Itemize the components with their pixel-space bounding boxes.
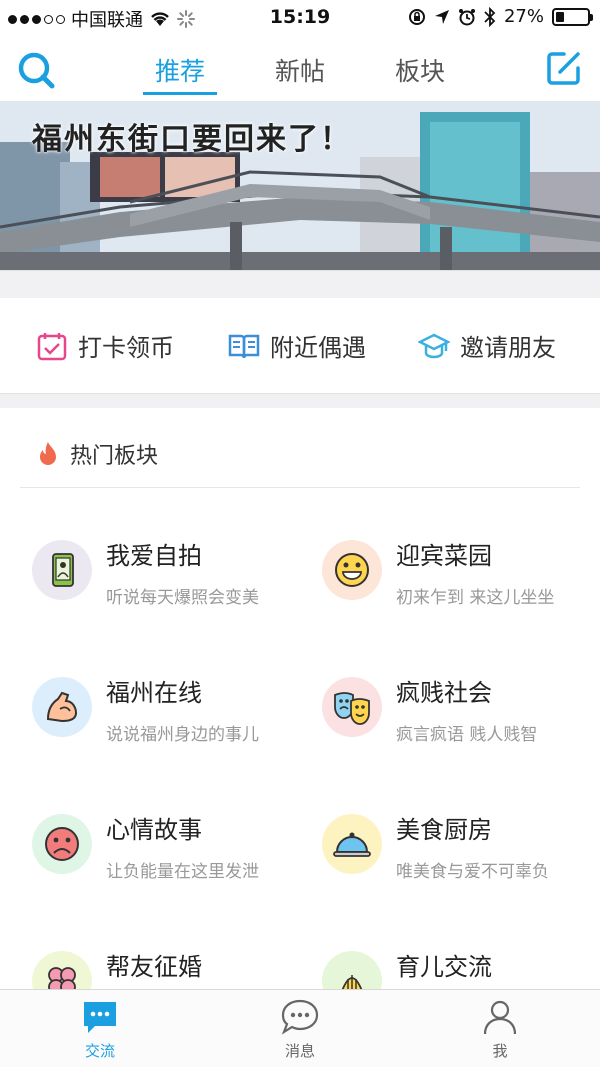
tab-bar-item-community[interactable]: 交流	[60, 998, 140, 1061]
alarm-icon	[458, 8, 475, 25]
board-item-food-kitchen[interactable]: 美食厨房 唯美食与爱不可辜负	[322, 762, 600, 882]
board-name: 迎宾菜园	[396, 542, 492, 570]
rotation-lock-icon	[408, 8, 425, 25]
section-divider	[0, 270, 600, 298]
board-item-welcome[interactable]: 迎宾菜园 初来乍到 来这儿坐坐	[322, 488, 600, 608]
book-icon	[228, 334, 260, 358]
invite-button[interactable]: 邀请朋友	[418, 328, 556, 363]
board-desc: 初来乍到 来这儿坐坐	[396, 588, 555, 608]
tab-bar-item-messages[interactable]: 消息	[260, 998, 340, 1061]
board-item-fuzhou-online[interactable]: 福州在线 说说福州身边的事儿	[32, 625, 322, 745]
checkin-button[interactable]: 打卡领币	[36, 328, 174, 363]
smiley-icon	[335, 553, 369, 587]
bottom-tab-bar: 交流 消息 我	[0, 989, 600, 1067]
flame-icon	[40, 441, 56, 465]
board-item-mood-stories[interactable]: 心情故事 让负能量在这里发泄	[32, 762, 322, 882]
banner-title: 福州东街口要回来了！	[32, 122, 352, 157]
chat-bubble-icon	[84, 1002, 116, 1033]
section-divider	[0, 394, 600, 408]
board-name: 育儿交流	[396, 953, 492, 981]
board-icon-bg	[32, 540, 92, 600]
battery-icon	[552, 7, 593, 26]
invite-label: 邀请朋友	[460, 334, 556, 362]
graduation-cap-icon	[418, 333, 450, 358]
board-item-crazy-society[interactable]: 疯贱社会 疯言疯语 贱人贱智	[322, 625, 600, 745]
board-icon-bg	[322, 814, 382, 874]
nearby-label: 附近偶遇	[270, 334, 366, 362]
board-name: 福州在线	[106, 679, 202, 707]
board-name: 我爱自拍	[106, 542, 202, 570]
arm-muscle-icon	[46, 691, 78, 723]
board-name: 美食厨房	[396, 816, 492, 844]
board-icon-bg	[32, 814, 92, 874]
message-icon	[281, 999, 319, 1035]
top-nav: 推荐 新帖 板块	[0, 36, 600, 102]
banner[interactable]: 福州东街口要回来了！	[0, 102, 600, 270]
user-icon	[483, 1000, 517, 1035]
board-name: 疯贱社会	[396, 679, 492, 707]
tab-new-posts[interactable]: 新帖	[265, 36, 335, 102]
tab-bar-item-me[interactable]: 我	[460, 998, 540, 1061]
tab-bar-label: 消息	[284, 1042, 315, 1060]
compose-icon[interactable]	[546, 50, 582, 86]
theater-masks-icon	[334, 692, 370, 725]
board-desc: 听说每天爆照会变美	[106, 588, 259, 608]
quick-actions: 打卡领币 附近偶遇 邀请朋友	[0, 298, 600, 394]
calendar-checkin-icon	[37, 332, 67, 360]
sad-face-icon	[45, 827, 79, 861]
selfie-phone-icon	[52, 553, 74, 587]
tab-recommended[interactable]: 推荐	[143, 36, 217, 102]
nav-tabs: 推荐 新帖 板块	[0, 36, 600, 102]
board-icon-bg	[322, 540, 382, 600]
status-bar: 中国联通 15:19 27%	[0, 0, 600, 36]
bluetooth-icon	[484, 6, 496, 27]
board-desc: 说说福州身边的事儿	[106, 725, 259, 745]
tab-bar-label: 交流	[84, 1042, 115, 1060]
board-desc: 让负能量在这里发泄	[106, 862, 259, 882]
battery-percent: 27%	[503, 6, 544, 27]
location-arrow-icon	[434, 9, 449, 24]
board-name: 心情故事	[106, 816, 202, 844]
board-name: 帮友征婚	[106, 953, 202, 981]
checkin-label: 打卡领币	[78, 334, 174, 362]
nearby-button[interactable]: 附近偶遇	[228, 328, 366, 363]
board-desc: 疯言疯语 贱人贱智	[396, 725, 538, 745]
board-desc: 唯美食与爱不可辜负	[396, 862, 549, 882]
board-icon-bg	[322, 677, 382, 737]
food-cloche-icon	[333, 832, 371, 857]
hot-boards-title: 热门板块	[70, 443, 159, 469]
tab-bar-label: 我	[492, 1042, 508, 1060]
status-right: 27%	[408, 6, 593, 27]
hot-boards-header: 热门板块	[20, 420, 580, 488]
board-icon-bg	[32, 677, 92, 737]
tab-boards[interactable]: 板块	[385, 36, 455, 102]
board-item-selfie[interactable]: 我爱自拍 听说每天爆照会变美	[32, 488, 322, 608]
